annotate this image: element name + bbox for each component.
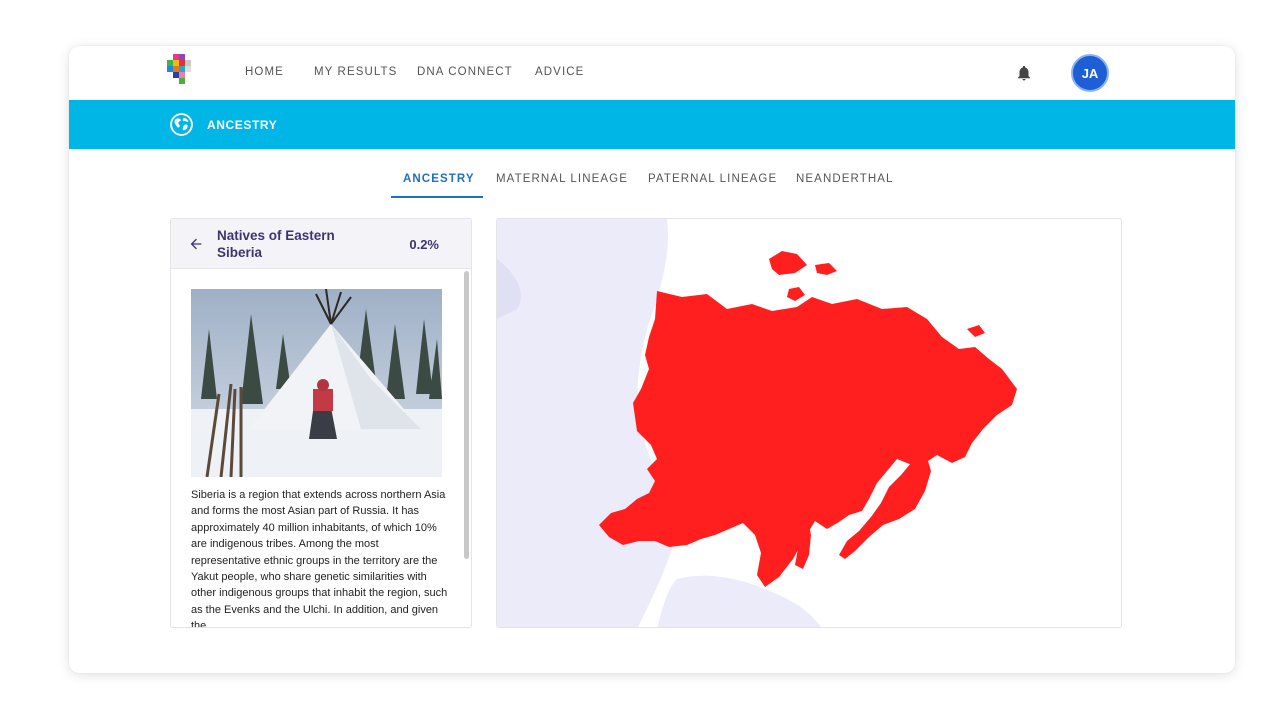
nav-advice[interactable]: ADVICE	[535, 66, 584, 78]
region-photo	[191, 289, 442, 477]
region-header: Natives of Eastern Siberia 0.2%	[171, 219, 471, 269]
tab-ancestry[interactable]: ANCESTRY	[403, 173, 475, 185]
logo-pixel	[179, 78, 185, 84]
globe-icon	[169, 112, 194, 137]
user-avatar[interactable]: JA	[1071, 54, 1109, 92]
logo-pixel	[185, 66, 191, 72]
tab-maternal-lineage[interactable]: MATERNAL LINEAGE	[496, 173, 628, 185]
nav-my-results[interactable]: MY RESULTS	[314, 66, 397, 78]
nav-dna-connect[interactable]: DNA CONNECT	[417, 66, 513, 78]
tab-paternal-lineage[interactable]: PATERNAL LINEAGE	[648, 173, 777, 185]
arrow-left-icon[interactable]	[188, 236, 204, 252]
app-window: HOME MY RESULTS DNA CONNECT ADVICE JA AN…	[69, 46, 1235, 673]
tab-neanderthal[interactable]: NEANDERTHAL	[796, 173, 894, 185]
nav-home[interactable]: HOME	[245, 66, 284, 78]
region-percentage: 0.2%	[409, 237, 439, 252]
map-highlight-siberia	[599, 251, 1017, 587]
ancestry-map[interactable]	[496, 218, 1122, 628]
banner-title: ANCESTRY	[207, 118, 278, 132]
section-banner: ANCESTRY	[69, 100, 1235, 149]
region-detail-panel: Natives of Eastern Siberia 0.2% Siberia …	[170, 218, 472, 628]
active-tab-indicator	[391, 196, 483, 198]
panel-scrollbar[interactable]	[464, 271, 469, 559]
region-title: Natives of Eastern Siberia	[217, 228, 335, 260]
region-description: Siberia is a region that extends across …	[191, 489, 448, 628]
brand-logo[interactable]	[167, 54, 197, 86]
bell-icon[interactable]	[1015, 64, 1033, 82]
top-navigation: HOME MY RESULTS DNA CONNECT ADVICE JA	[69, 46, 1235, 99]
